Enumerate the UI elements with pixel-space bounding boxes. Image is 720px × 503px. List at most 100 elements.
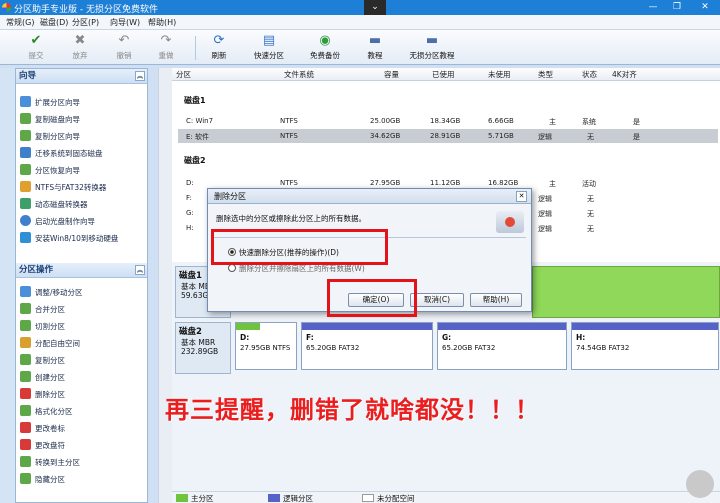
legend-logical: 逻辑分区: [268, 493, 313, 503]
ops-panel-header[interactable]: 分区操作 ︽: [16, 263, 147, 278]
chevron-up-icon[interactable]: ︽: [135, 265, 145, 275]
sidebar-item-extend-wizard[interactable]: 扩展分区向导: [20, 95, 80, 111]
usage-bar: [438, 323, 566, 330]
col-capacity[interactable]: 容量: [384, 69, 399, 80]
redo-button[interactable]: ↷ 重做: [150, 33, 182, 63]
table-row[interactable]: C: Win7 NTFS 25.00GB 18.34GB 6.66GB 主 系统…: [178, 115, 718, 128]
partition-d[interactable]: D: 27.95GB NTFS: [235, 322, 297, 370]
sidebar-item-allocate[interactable]: 分配自由空间: [20, 336, 80, 352]
windows-icon: [20, 232, 31, 243]
window-title: 分区助手专业版 - 无损分区免费软件: [14, 5, 158, 15]
sidebar-item-recovery[interactable]: 分区恢复向导: [20, 163, 80, 179]
discard-button[interactable]: ✖ 放弃: [64, 33, 96, 63]
minimize-button[interactable]: —: [642, 0, 664, 15]
merge-icon: [20, 303, 31, 314]
legend: 主分区 逻辑分区 未分配空间: [172, 491, 720, 503]
split-icon: [20, 320, 31, 331]
recovery-icon: [20, 164, 31, 175]
quick-partition-button[interactable]: ▤ 快速分区: [248, 33, 290, 63]
sidebar: 向导 ︽ 扩展分区向导 复制磁盘向导 复制分区向导 迁移系统到固态磁盘 分区恢复…: [15, 68, 148, 503]
disk2-map-box[interactable]: 磁盘2 基本 MBR 232.89GB: [175, 322, 231, 374]
chevron-up-icon[interactable]: ︽: [135, 71, 145, 81]
col-type[interactable]: 类型: [538, 69, 553, 80]
cancel-button[interactable]: 取消(C): [410, 293, 464, 307]
check-icon: ✔: [30, 33, 42, 48]
col-filesystem[interactable]: 文件系统: [284, 69, 314, 80]
sidebar-item-copy-partition[interactable]: 复制分区向导: [20, 129, 80, 145]
sidebar-item-boot-cd[interactable]: 启动光盘制作向导: [20, 214, 95, 230]
sidebar-item-letter[interactable]: 更改盘符: [20, 438, 65, 454]
sidebar-item-copy-disk[interactable]: 复制磁盘向导: [20, 112, 80, 128]
col-4k[interactable]: 4K对齐: [612, 69, 637, 80]
letter-icon: [20, 439, 31, 450]
menu-help[interactable]: 帮助(H): [148, 17, 176, 28]
sidebar-item-create[interactable]: 创建分区: [20, 370, 65, 386]
table-row[interactable]: E: 软件 NTFS 34.62GB 28.91GB 5.71GB 逻辑 无 是: [178, 130, 718, 143]
hide-icon: [20, 473, 31, 484]
undo-button[interactable]: ↶ 撤销: [108, 33, 140, 63]
sidebar-item-win-to-go[interactable]: 安装Win8/10到移动硬盘: [20, 231, 118, 247]
create-icon: [20, 371, 31, 382]
left-border-strip: [0, 68, 15, 503]
sidebar-item-hide[interactable]: 隐藏分区: [20, 472, 65, 488]
sidebar-item-ntfs-fat32[interactable]: NTFS与FAT32转换器: [20, 180, 106, 196]
migrate-icon: [20, 147, 31, 158]
maximize-button[interactable]: ❐: [666, 0, 688, 15]
sidebar-item-copy[interactable]: 复制分区: [20, 353, 65, 369]
sidebar-item-delete[interactable]: 删除分区: [20, 387, 65, 403]
menu-general[interactable]: 常规(G): [6, 17, 34, 28]
label-icon: [20, 422, 31, 433]
col-partition[interactable]: 分区: [176, 69, 191, 80]
sidebar-item-dynamic-disk[interactable]: 动态磁盘转换器: [20, 197, 88, 213]
highlight-quick-delete: [211, 229, 388, 265]
menu-wizard[interactable]: 向导(W): [110, 17, 140, 28]
discard-icon: ✖: [74, 33, 86, 48]
sidebar-item-split[interactable]: 切割分区: [20, 319, 65, 335]
sidebar-item-format[interactable]: 格式化分区: [20, 404, 73, 420]
menu-disk[interactable]: 磁盘(D): [40, 17, 68, 28]
redo-icon: ↷: [160, 33, 172, 48]
col-used[interactable]: 已使用: [432, 69, 455, 80]
disk1-partition-bar[interactable]: [532, 266, 720, 318]
usage-bar: [236, 323, 260, 330]
delete-disk-icon: [496, 211, 524, 233]
free-backup-button[interactable]: ◉ 免费备份: [303, 33, 347, 63]
refresh-icon: ⟳: [213, 33, 225, 48]
col-status[interactable]: 状态: [582, 69, 597, 80]
help-button[interactable]: 帮助(H): [470, 293, 522, 307]
partition-g[interactable]: G: 65.20GB FAT32: [437, 322, 567, 370]
sidebar-item-to-primary[interactable]: 转换到主分区: [20, 455, 80, 471]
column-header: 分区 文件系统 容量 已使用 未使用 类型 状态 4K对齐: [172, 68, 720, 81]
disk1-label: 磁盘1: [184, 96, 206, 105]
disk2-label: 磁盘2: [184, 156, 206, 165]
tutorial-button[interactable]: ▬ 教程: [360, 33, 390, 63]
col-free[interactable]: 未使用: [488, 69, 511, 80]
lossless-tutorial-button[interactable]: ▬ 无损分区教程: [402, 33, 462, 63]
format-icon: [20, 405, 31, 416]
submit-button[interactable]: ✔ 提交: [20, 33, 52, 63]
convert-icon: [20, 181, 31, 192]
toolbar-divider: [195, 36, 196, 60]
refresh-button[interactable]: ⟳ 刷新: [203, 33, 235, 63]
sidebar-scrollbar[interactable]: [158, 68, 172, 503]
partition-h[interactable]: H: 74.54GB FAT32: [571, 322, 719, 370]
delete-icon: [20, 388, 31, 399]
sidebar-item-migrate-ssd[interactable]: 迁移系统到固态磁盘: [20, 146, 103, 162]
sidebar-item-merge[interactable]: 合并分区: [20, 302, 65, 318]
backup-icon: ◉: [319, 33, 331, 48]
menu-bar: 常规(G) 磁盘(D) 分区(P) 向导(W) 帮助(H): [0, 15, 720, 30]
wizard-panel-header[interactable]: 向导 ︽: [16, 69, 147, 84]
sidebar-item-label[interactable]: 更改卷标: [20, 421, 65, 437]
menu-partition[interactable]: 分区(P): [72, 17, 99, 28]
convert-primary-icon: [20, 456, 31, 467]
warning-banner: 再三提醒，删错了就啥都没！！！: [165, 396, 540, 424]
undo-icon: ↶: [118, 33, 130, 48]
close-icon[interactable]: ✕: [516, 191, 527, 202]
copy-icon: [20, 354, 31, 365]
chevron-down-icon[interactable]: ⌄: [364, 0, 386, 15]
highlight-ok-button: [327, 279, 417, 317]
sidebar-item-resize[interactable]: 调整/移动分区: [20, 285, 83, 301]
close-button[interactable]: ✕: [694, 0, 716, 15]
partition-f[interactable]: F: 65.20GB FAT32: [301, 322, 433, 370]
legend-unallocated: 未分配空间: [362, 493, 415, 503]
